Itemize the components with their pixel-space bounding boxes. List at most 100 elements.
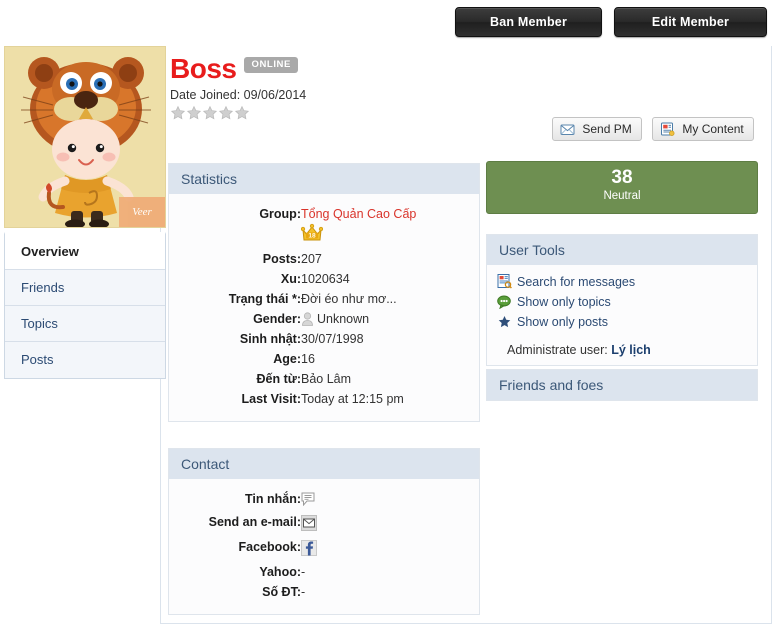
table-row: Tin nhắn: [169, 489, 479, 512]
contact-title: Contact [169, 449, 479, 479]
contact-key: Send an e-mail: [208, 515, 301, 529]
avatar-column: Veer [4, 46, 166, 228]
table-row: Trạng thái *: Đời éo như mơ... [169, 289, 479, 309]
table-row: Age: 16 [169, 349, 479, 369]
tool-label: Show only posts [517, 315, 609, 329]
contact-value: - [301, 565, 306, 579]
avatar: Veer [4, 46, 166, 228]
ban-member-button[interactable]: Ban Member [455, 7, 602, 37]
gender-value: Unknown [317, 312, 370, 326]
contact-key: Facebook: [238, 540, 301, 554]
speech-bubble-icon[interactable] [301, 492, 316, 507]
contact-panel: Contact Tin nhắn: Send an e-mail: Facebo… [168, 448, 480, 615]
profile-header: Boss ONLINE Date Joined: 09/06/2014 [170, 54, 306, 121]
tab-overview[interactable]: Overview [5, 234, 165, 270]
table-row: Posts: 207 [169, 249, 479, 269]
reputation-score: 38 [611, 167, 633, 188]
table-row: Gender: Unknown [169, 309, 479, 329]
edit-member-button[interactable]: Edit Member [614, 7, 767, 37]
search-document-icon [497, 274, 512, 289]
tab-topics[interactable]: Topics [5, 306, 165, 342]
star-icon [202, 105, 218, 120]
mail-icon[interactable] [301, 515, 317, 531]
stat-value: 30/07/1998 [301, 332, 364, 346]
tool-label: Search for messages [517, 275, 636, 289]
table-row: Yahoo: - [169, 562, 479, 582]
stat-key: Last Visit: [241, 392, 301, 406]
my-content-button[interactable]: My Content [652, 117, 754, 141]
stat-key: Posts: [262, 252, 301, 266]
contact-table: Tin nhắn: Send an e-mail: Facebook: Yaho… [169, 489, 479, 602]
user-tools-title: User Tools [487, 235, 757, 265]
contact-value [301, 537, 479, 562]
stat-key: Gender: [253, 312, 301, 326]
friends-and-foes-panel: Friends and foes [486, 369, 758, 401]
stat-key: Đến từ: [256, 372, 301, 386]
contact-body: Tin nhắn: Send an e-mail: Facebook: Yaho… [169, 479, 479, 614]
contact-key: Yahoo: [259, 565, 301, 579]
stat-value: Đời éo như mơ... [301, 292, 397, 306]
administrate-prefix: Administrate user: [507, 343, 608, 357]
stat-value: Bảo Lâm [301, 372, 352, 386]
table-row: Last Visit: Today at 12:15 pm [169, 389, 479, 409]
star-icon [498, 316, 511, 328]
top-action-bar: Ban Member Edit Member [0, 0, 778, 44]
contact-key: Số ĐT: [262, 585, 301, 599]
tab-posts[interactable]: Posts [5, 342, 165, 378]
my-content-label: My Content [682, 122, 744, 136]
administrate-user-line: Administrate user: Lý lịch [497, 333, 757, 361]
contact-value [301, 512, 479, 537]
comment-icon [497, 295, 511, 310]
reputation-box: 38 Neutral [486, 161, 758, 214]
stat-value: Today at 12:15 pm [301, 392, 404, 406]
star-icon [234, 105, 250, 120]
person-icon [302, 312, 313, 326]
date-joined: Date Joined: 09/06/2014 [170, 88, 307, 102]
contact-key: Tin nhắn: [244, 492, 301, 506]
reputation-label: Neutral [603, 190, 641, 202]
send-pm-label: Send PM [582, 122, 632, 136]
page-title: Boss [170, 53, 237, 84]
table-row: Send an e-mail: [169, 512, 479, 537]
table-row: Số ĐT: - [169, 582, 479, 602]
statistics-panel: Statistics Group: Tổng Quản Cao Cấp 18 P… [168, 163, 480, 422]
star-icon [218, 105, 234, 120]
group-link[interactable]: Tổng Quản Cao Cấp [301, 207, 416, 221]
administrate-profile-link[interactable]: Lý lịch [611, 343, 651, 357]
tool-show-only-topics[interactable]: Show only topics [497, 293, 757, 311]
star-icon [170, 105, 186, 120]
group-rank-badge: 18 [300, 223, 479, 246]
crown-icon: 18 [300, 223, 324, 241]
stat-value: 1020634 [301, 272, 350, 286]
facebook-icon[interactable] [301, 540, 317, 556]
statistics-body: Group: Tổng Quản Cao Cấp 18 Posts: 207 X… [169, 194, 479, 421]
tool-label: Show only topics [517, 295, 611, 309]
document-icon [661, 122, 675, 136]
friends-and-foes-title: Friends and foes [487, 370, 757, 400]
send-pm-button[interactable]: Send PM [552, 117, 642, 141]
stat-key: Age: [273, 352, 301, 366]
tool-search-for-messages[interactable]: Search for messages [497, 273, 757, 291]
member-profile-page: Ban Member Edit Member Veer Overview Fri… [0, 0, 778, 639]
statistics-title: Statistics [169, 164, 479, 194]
stat-key: Trạng thái *: [228, 292, 301, 306]
stat-value: 16 [301, 352, 315, 366]
crown-badge-number: 18 [308, 233, 316, 240]
status-badge: ONLINE [244, 57, 298, 73]
star-icon [186, 105, 202, 120]
table-row: Group: Tổng Quản Cao Cấp 18 [169, 204, 479, 249]
stat-key: Xu: [280, 272, 301, 286]
stat-value: Unknown [301, 309, 479, 329]
table-row: Sinh nhật: 30/07/1998 [169, 329, 479, 349]
envelope-icon [560, 124, 575, 135]
tool-show-only-posts[interactable]: Show only posts [497, 313, 757, 331]
stat-key: Group: [259, 207, 301, 221]
tab-friends[interactable]: Friends [5, 270, 165, 306]
user-tools-panel: User Tools Search for messages Show only… [486, 234, 758, 366]
user-tools-list: Search for messages Show only topics Sho… [487, 265, 757, 365]
stat-value: Tổng Quản Cao Cấp 18 [300, 204, 479, 249]
stat-value: 207 [301, 252, 322, 266]
contact-value: - [301, 585, 306, 599]
stat-key: Sinh nhật: [239, 332, 301, 346]
table-row: Xu: 1020634 [169, 269, 479, 289]
